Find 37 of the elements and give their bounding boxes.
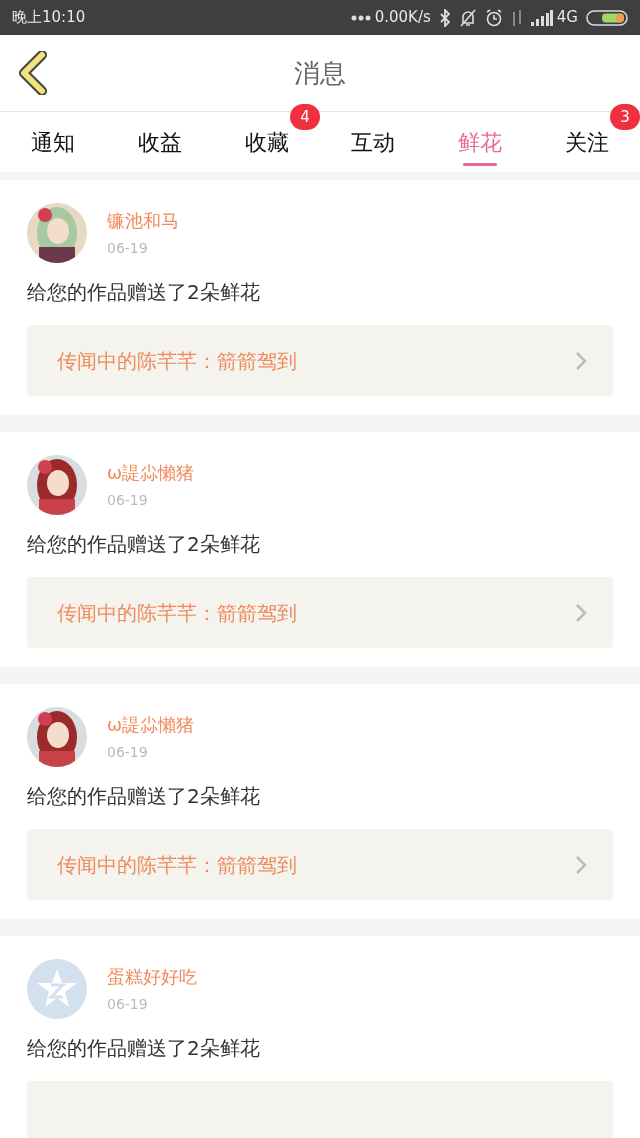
user-name[interactable]: 镰池和马: [107, 207, 179, 234]
message-date: 06-19: [107, 743, 149, 762]
message-text: 给您的作品赠送了2朵鲜花: [27, 279, 261, 306]
bluetooth-icon: [438, 8, 451, 27]
tab[interactable]: 鲜花: [426, 112, 534, 172]
tab[interactable]: 收益: [106, 112, 214, 172]
muted-bell-icon: [458, 8, 477, 27]
message-text: 给您的作品赠送了2朵鲜花: [27, 783, 261, 810]
message-text: 给您的作品赠送了2朵鲜花: [27, 1035, 261, 1062]
work-link[interactable]: 传闻中的陈芊芊：箭箭驾到: [27, 577, 613, 648]
data-arrows-icon: [510, 8, 523, 27]
message-date: 06-19: [107, 239, 149, 258]
chevron-right-icon: [575, 854, 587, 875]
tab[interactable]: 通知: [0, 112, 107, 172]
battery-icon: [586, 9, 628, 26]
count-badge: 4: [290, 104, 320, 130]
network-speed: 0.00K/s: [374, 7, 431, 29]
signal-icon: [530, 9, 553, 26]
work-link[interactable]: 传闻中的陈芊芊：箭箭驾到: [27, 829, 613, 900]
message-date: 06-19: [107, 491, 149, 510]
user-name[interactable]: 蛋糕好好吃: [107, 963, 197, 990]
alarm-icon: [484, 8, 503, 27]
message-date: 06-19: [107, 995, 149, 1014]
user-name[interactable]: ω諟尛懶猪: [107, 711, 195, 738]
default-avatar-icon: [27, 959, 87, 1019]
chevron-right-icon: [575, 602, 587, 623]
message-text: 给您的作品赠送了2朵鲜花: [27, 531, 261, 558]
network-type: 4G: [556, 7, 578, 29]
dots-icon: [350, 14, 371, 21]
chevron-right-icon: [575, 350, 587, 371]
clock: 晚上10:10: [12, 7, 86, 29]
user-name[interactable]: ω諟尛懶猪: [107, 459, 195, 486]
work-link[interactable]: 传闻中的陈芊芊：箭箭驾到: [27, 325, 613, 396]
count-badge: 3: [610, 104, 640, 130]
page-title: 消息: [294, 56, 346, 90]
tab[interactable]: 互动: [320, 112, 427, 172]
back-button[interactable]: [16, 50, 50, 96]
